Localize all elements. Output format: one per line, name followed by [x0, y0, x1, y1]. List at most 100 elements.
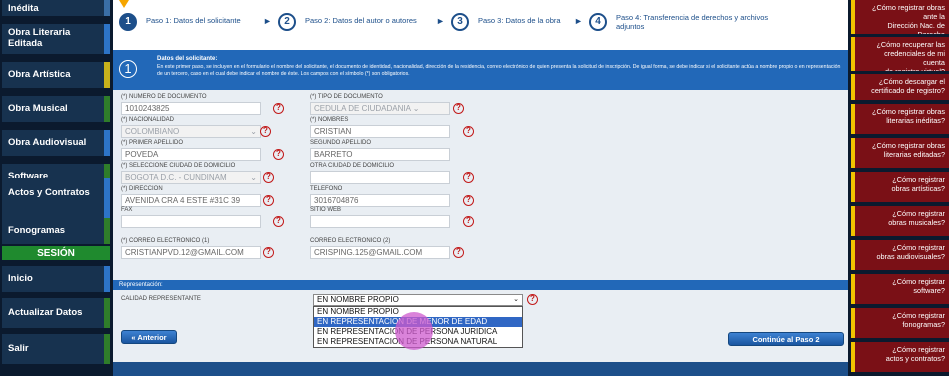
sidebar-item-obra-musical[interactable]: Obra Musical [2, 96, 110, 122]
step-arrow-icon: ► [263, 16, 272, 26]
nacionalidad-select[interactable]: COLOMBIANO ⌄ [121, 125, 261, 138]
step-2-badge[interactable]: 2 [278, 13, 296, 31]
sidebar-item-actos-contratos[interactable]: Actos y Contratos [2, 178, 110, 218]
info-banner: 1 Datos del solicitante: En este primer … [113, 50, 848, 90]
chevron-down-icon: ⌄ [250, 173, 257, 183]
sidebar-item-inicio[interactable]: Inicio [2, 266, 110, 292]
representation-section-header: Representación: [113, 280, 848, 290]
sidebar-item-actualizar-datos[interactable]: Actualizar Datos [2, 298, 110, 328]
nacionalidad-label: (*) NACIONALIDAD [121, 117, 175, 123]
calidad-representante-value: EN NOMBRE PROPIO [317, 295, 399, 304]
help-link-obras-audiovisuales[interactable]: ¿Cómo registrar obras audiovisuales? [851, 240, 949, 270]
sidebar-item-label: Obra Musical [8, 103, 68, 114]
calidad-representante-select[interactable]: EN NOMBRE PROPIO ⌄ [313, 294, 523, 306]
wizard-steps: 1 Paso 1: Datos del solicitante ► 2 Paso… [113, 0, 848, 50]
primer-apellido-field[interactable]: POVEDA [121, 148, 261, 161]
help-link-software[interactable]: ¿Cómo registrar software? [851, 274, 949, 304]
sidebar-item-label: Actos y Contratos [8, 187, 90, 198]
info-title: Datos del solicitante: [157, 56, 218, 62]
step-4-badge[interactable]: 4 [589, 13, 607, 31]
help-icon[interactable]: ? [453, 103, 464, 114]
sidebar-item-obra-literaria-editada[interactable]: Obra Literaria Editada [2, 24, 110, 54]
step-3-badge[interactable]: 3 [451, 13, 469, 31]
sitio-web-field[interactable] [310, 215, 450, 228]
numero-documento-field[interactable]: 1010243825 [121, 102, 261, 115]
help-icon[interactable]: ? [260, 126, 271, 137]
step-4-label[interactable]: Paso 4: Transferencia de derechos y arch… [616, 13, 786, 31]
back-button[interactable]: « Anterior [121, 330, 177, 344]
ciudad-domicilio-select[interactable]: BOGOTA D.C. - CUNDINAM ⌄ [121, 171, 261, 184]
continue-button[interactable]: Continúe al Paso 2 [728, 332, 844, 346]
help-link-obras-musicales[interactable]: ¿Cómo registrar obras musicales? [851, 206, 949, 236]
primer-apellido-label: (*) PRIMER APELLIDO [121, 140, 184, 146]
sidebar-item-fonogramas[interactable]: Fonogramas [2, 218, 110, 244]
right-sidebar: ¿Cómo registrar obras ante la Dirección … [848, 0, 949, 376]
chevron-down-icon: ⌄ [513, 296, 519, 303]
calidad-representante-label: CALIDAD REPRESENTANTE [121, 296, 201, 302]
sidebar-item-obra-audiovisual[interactable]: Obra Audiovisual [2, 130, 110, 156]
left-sidebar: Inédita Obra Literaria Editada Obra Artí… [0, 0, 113, 376]
nacionalidad-value: COLOMBIANO [125, 127, 180, 136]
fax-field[interactable] [121, 215, 261, 228]
sidebar-item-label: Obra Audiovisual [8, 137, 87, 148]
help-icon[interactable]: ? [463, 126, 474, 137]
numero-documento-label: (*) NUMERO DE DOCUMENTO [121, 94, 207, 100]
help-icon[interactable]: ? [273, 103, 284, 114]
sidebar-item-inedita[interactable]: Inédita [2, 0, 110, 16]
help-icon[interactable]: ? [453, 247, 464, 258]
step-3-label[interactable]: Paso 3: Datos de la obra [478, 16, 561, 25]
help-link-obras-artisticas[interactable]: ¿Cómo registrar obras artísticas? [851, 172, 949, 202]
telefono-label: TELEFONO [310, 186, 343, 192]
otra-ciudad-field[interactable] [310, 171, 450, 184]
back-button-label: Anterior [137, 333, 167, 342]
step-1-label[interactable]: Paso 1: Datos del solicitante [146, 16, 241, 25]
help-icon[interactable]: ? [263, 172, 274, 183]
help-icon[interactable]: ? [463, 195, 474, 206]
help-icon[interactable]: ? [463, 172, 474, 183]
step-arrow-icon: ► [436, 16, 445, 26]
nombres-field[interactable]: CRISTIAN [310, 125, 450, 138]
correo1-label: (*) CORREO ELECTRONICO (1) [121, 238, 210, 244]
help-icon[interactable]: ? [273, 149, 284, 160]
help-link-recuperar-credenciales[interactable]: ¿Cómo recuperar las credenciales de mi c… [851, 37, 949, 71]
direccion-label: (*) DIRECCION [121, 186, 163, 192]
sidebar-item-label: Obra Literaria Editada [8, 27, 71, 49]
ciudad-domicilio-label: (*) SELECCIONE CIUDAD DE DOMICILIO [121, 163, 236, 169]
segundo-apellido-label: SEGUNDO APELLIDO [310, 140, 372, 146]
sidebar-item-label: Obra Artística [8, 69, 71, 80]
telefono-field[interactable]: 3016704876 [310, 194, 450, 207]
chevron-down-icon: ⌄ [250, 127, 257, 136]
sidebar-item-label: Salir [8, 343, 29, 354]
help-link-fonogramas[interactable]: ¿Cómo registrar fonogramas? [851, 308, 949, 338]
step-arrow-icon: ► [574, 16, 583, 26]
help-link-actos-contratos[interactable]: ¿Cómo registrar actos y contratos? [851, 342, 949, 372]
otra-ciudad-label: OTRA CIUDAD DE DOMICILIO [310, 163, 395, 169]
help-icon[interactable]: ? [263, 247, 274, 258]
back-arrow-icon: « [131, 333, 136, 342]
help-link-registrar-obras[interactable]: ¿Cómo registrar obras ante la Dirección … [851, 0, 949, 34]
tipo-documento-select[interactable]: CEDULA DE CIUDADANIA ⌄ [310, 102, 450, 115]
correo1-field[interactable]: CRISTIANPVD.12@GMAIL.COM [121, 246, 261, 259]
nombres-label: (*) NOMBRES [310, 117, 349, 123]
help-icon[interactable]: ? [527, 294, 538, 305]
current-step-pointer-icon [119, 0, 129, 8]
help-icon[interactable]: ? [463, 216, 474, 227]
sidebar-item-label: Inicio [8, 273, 33, 284]
help-link-descargar-certificado[interactable]: ¿Cómo descargar el certificado de regist… [851, 74, 949, 100]
step-1-badge[interactable]: 1 [119, 13, 137, 31]
bottom-bar [113, 362, 848, 376]
fax-label: FAX [121, 207, 133, 213]
help-link-literarias-ineditas[interactable]: ¿Cómo registrar obras literarias inédita… [851, 104, 949, 134]
help-icon[interactable]: ? [263, 195, 274, 206]
sidebar-item-salir[interactable]: Salir [2, 334, 110, 364]
step-2-label[interactable]: Paso 2: Datos del autor o autores [305, 16, 417, 25]
help-icon[interactable]: ? [273, 216, 284, 227]
direccion-field[interactable]: AVENIDA CRA 4 ESTE #31C 39 [121, 194, 261, 207]
sidebar-item-label: Actualizar Datos [8, 307, 83, 318]
sidebar-item-label: Inédita [8, 3, 39, 14]
segundo-apellido-field[interactable]: BARRETO [310, 148, 450, 161]
sidebar-item-obra-artistica[interactable]: Obra Artística [2, 62, 110, 88]
sidebar-section-label: SESIÓN [37, 248, 75, 259]
help-link-literarias-editadas[interactable]: ¿Cómo registrar obras literarias editada… [851, 138, 949, 168]
correo2-field[interactable]: CRISPING.125@GMAIL.COM [310, 246, 450, 259]
